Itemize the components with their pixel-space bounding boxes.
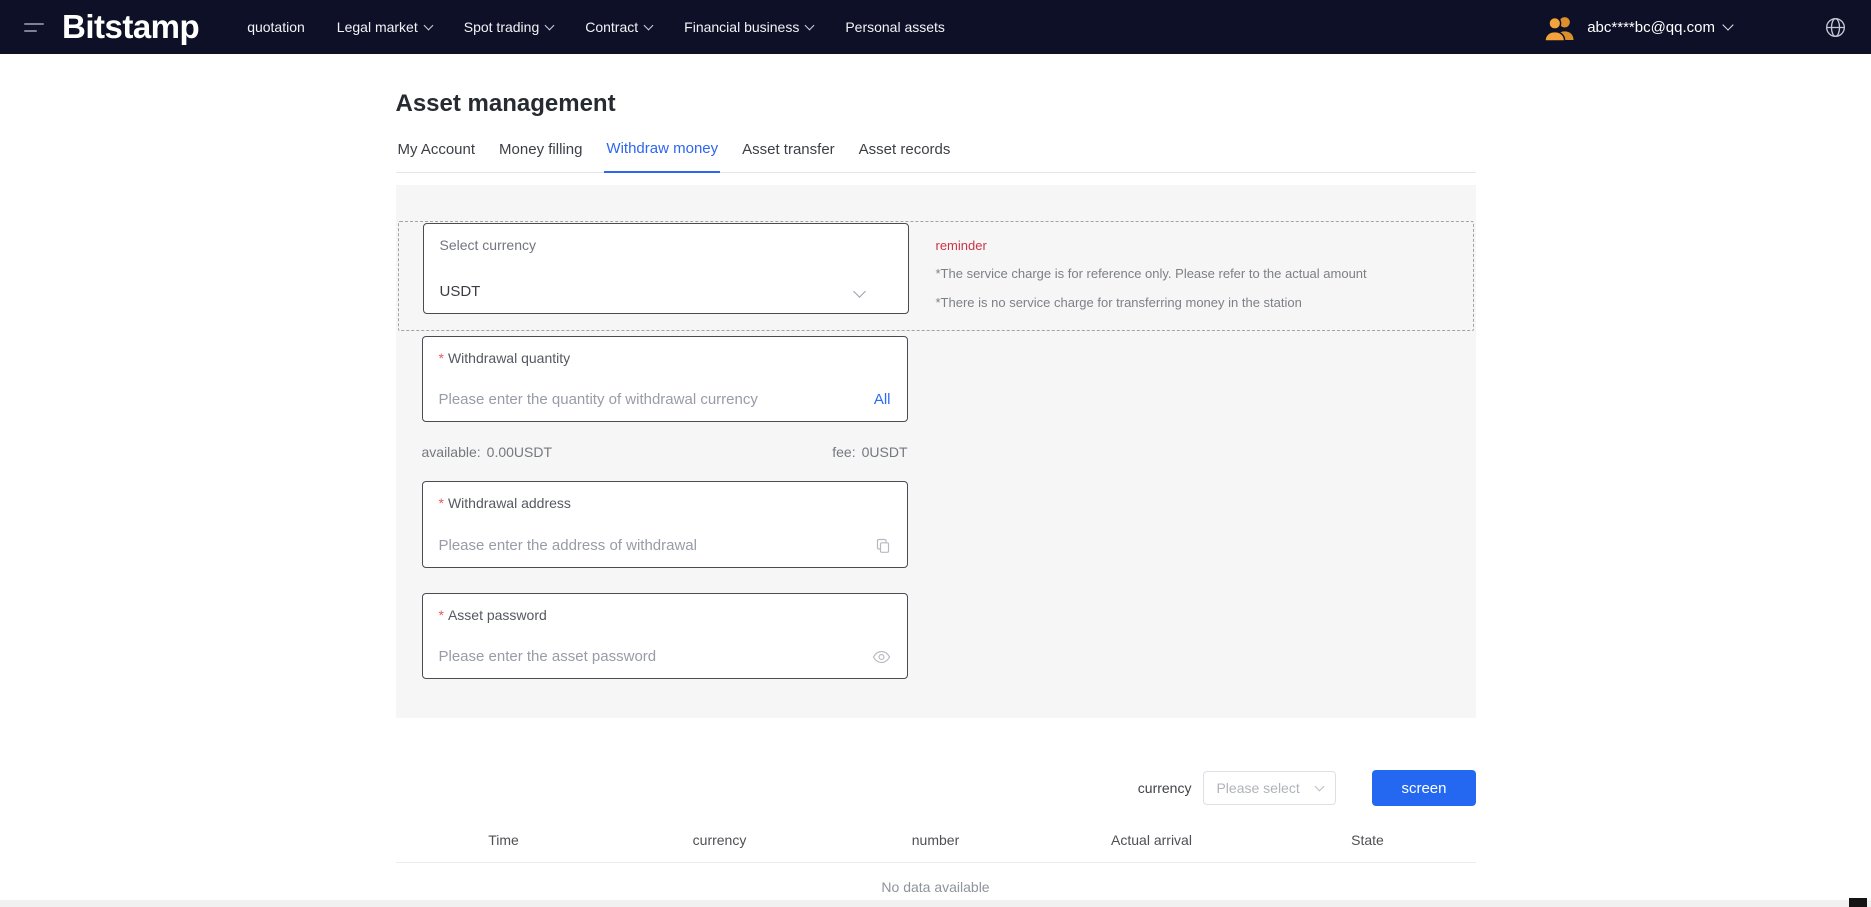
reminder-title: reminder <box>936 238 1367 253</box>
user-email: abc****bc@qq.com <box>1587 19 1715 36</box>
nav-item-spot-trading[interactable]: Spot trading <box>464 19 554 35</box>
horizontal-scrollbar[interactable] <box>0 900 1871 907</box>
page-title: Asset management <box>396 90 1476 118</box>
withdrawal-address-label: Withdrawal address <box>448 495 571 511</box>
currency-reminder-group: Select currency USDT reminder *The servi… <box>398 221 1474 331</box>
reminder-block: reminder *The service charge is for refe… <box>909 222 1387 324</box>
scrollbar-corner <box>1849 898 1867 907</box>
nav-label: Financial business <box>684 19 799 35</box>
nav-item-financial-business[interactable]: Financial business <box>684 19 813 35</box>
column-header-currency: currency <box>612 832 828 848</box>
records-filter-row: currency Please select screen <box>396 770 1476 806</box>
withdrawal-address-field: * Withdrawal address <box>422 481 908 568</box>
avatar-users-icon <box>1542 14 1578 41</box>
select-currency-dropdown[interactable]: Select currency USDT <box>423 223 909 314</box>
fee-value: 0USDT <box>862 444 908 460</box>
empty-state-text: No data available <box>396 879 1476 895</box>
eye-visibility-icon[interactable] <box>872 650 891 664</box>
tab-asset-records[interactable]: Asset records <box>857 141 953 172</box>
chevron-down-icon <box>545 20 555 30</box>
selected-currency-value: USDT <box>440 283 481 300</box>
required-asterisk: * <box>439 350 444 366</box>
topbar-right: abc****bc@qq.com <box>1542 14 1847 41</box>
column-header-state: State <box>1260 832 1476 848</box>
withdrawal-address-input[interactable] <box>439 537 865 554</box>
main-content: Asset management My Account Money fillin… <box>396 90 1476 895</box>
nav-label: Contract <box>585 19 638 35</box>
brand-logo[interactable]: Bitstamp <box>62 8 199 46</box>
currency-filter-placeholder: Please select <box>1216 780 1299 796</box>
available-label: available: <box>422 444 481 460</box>
nav-label: Personal assets <box>845 19 945 35</box>
available-value: 0.00USDT <box>487 444 552 460</box>
asset-password-input[interactable] <box>439 648 862 665</box>
tab-bar: My Account Money filling Withdraw money … <box>396 140 1476 173</box>
nav-item-legal-market[interactable]: Legal market <box>337 19 432 35</box>
chevron-down-icon <box>853 285 866 298</box>
column-header-number: number <box>828 832 1044 848</box>
asset-password-field: * Asset password <box>422 593 908 679</box>
nav-item-personal-assets[interactable]: Personal assets <box>845 19 945 35</box>
currency-filter-label: currency <box>1138 780 1192 796</box>
withdrawal-quantity-input[interactable] <box>439 391 864 408</box>
chevron-down-icon <box>423 20 433 30</box>
tab-asset-transfer[interactable]: Asset transfer <box>740 141 837 172</box>
hamburger-menu-icon[interactable] <box>24 23 46 32</box>
fee-label: fee: <box>832 444 855 460</box>
language-globe-icon[interactable] <box>1824 16 1847 39</box>
select-currency-label: Select currency <box>440 237 892 253</box>
records-table-header: Time currency number Actual arrival Stat… <box>396 832 1476 863</box>
nav-label: quotation <box>247 19 305 35</box>
column-header-actual-arrival: Actual arrival <box>1044 832 1260 848</box>
all-max-link[interactable]: All <box>874 391 891 408</box>
user-account-menu[interactable]: abc****bc@qq.com <box>1542 14 1732 41</box>
column-header-time: Time <box>396 832 612 848</box>
chevron-down-icon <box>644 20 654 30</box>
paste-copy-icon[interactable] <box>875 538 891 554</box>
reminder-line: *There is no service charge for transfer… <box>936 295 1367 310</box>
nav-item-contract[interactable]: Contract <box>585 19 652 35</box>
required-asterisk: * <box>439 495 444 511</box>
tab-money-filling[interactable]: Money filling <box>497 141 584 172</box>
balance-fee-row: available: 0.00USDT fee: 0USDT <box>422 442 908 462</box>
chevron-down-icon <box>1722 19 1733 30</box>
main-nav: quotation Legal market Spot trading Cont… <box>247 19 945 35</box>
chevron-down-icon <box>1315 782 1325 792</box>
withdrawal-quantity-label: Withdrawal quantity <box>448 350 570 366</box>
tab-my-account[interactable]: My Account <box>396 141 478 172</box>
withdrawal-quantity-field: * Withdrawal quantity All <box>422 336 908 422</box>
reminder-line: *The service charge is for reference onl… <box>936 266 1367 281</box>
withdraw-records-section: currency Please select screen Time curre… <box>396 770 1476 895</box>
screen-filter-button[interactable]: screen <box>1372 770 1475 806</box>
withdraw-form-panel: Select currency USDT reminder *The servi… <box>396 185 1476 718</box>
required-asterisk: * <box>439 607 444 623</box>
topbar: Bitstamp quotation Legal market Spot tra… <box>0 0 1871 54</box>
nav-label: Legal market <box>337 19 418 35</box>
nav-label: Spot trading <box>464 19 540 35</box>
tab-withdraw-money[interactable]: Withdraw money <box>604 140 720 173</box>
nav-item-quotation[interactable]: quotation <box>247 19 305 35</box>
chevron-down-icon <box>805 20 815 30</box>
asset-password-label: Asset password <box>448 607 547 623</box>
currency-filter-select[interactable]: Please select <box>1203 771 1336 805</box>
